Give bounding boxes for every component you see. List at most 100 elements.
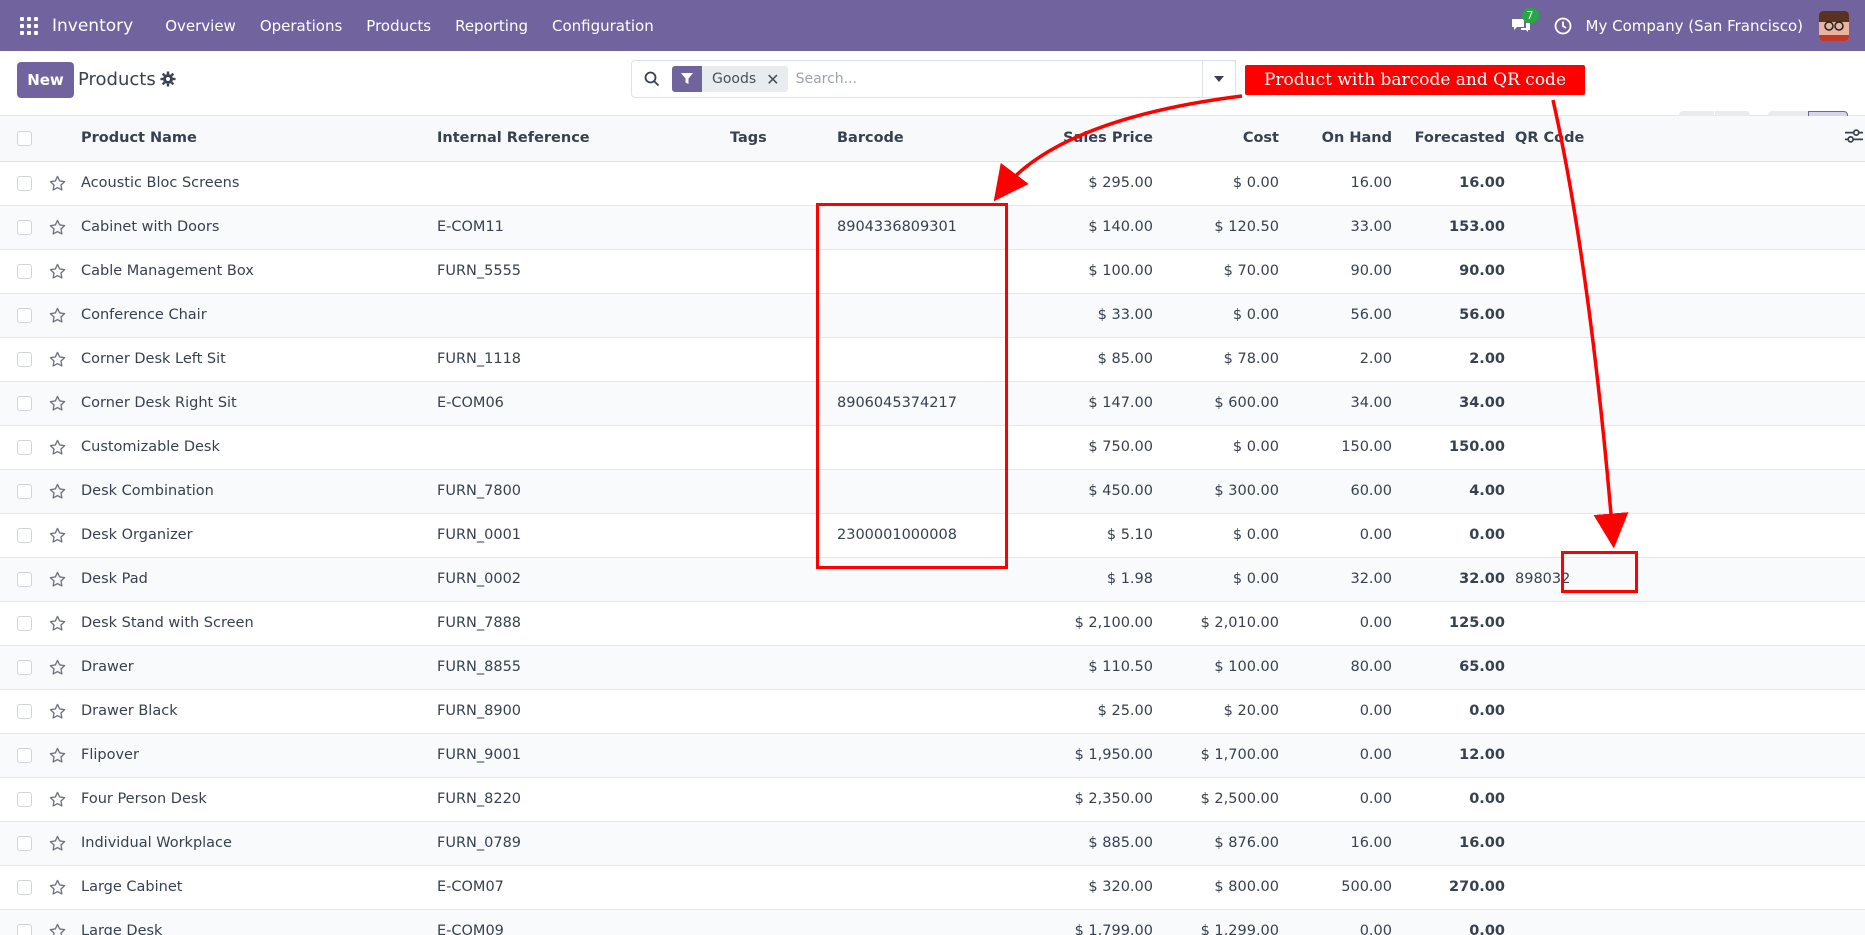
cell-tags[interactable] [730, 249, 837, 293]
table-row[interactable]: Flipover FURN_9001 $ 1,950.00 $ 1,700.00 0.0… [0, 733, 1865, 777]
cell-product-name[interactable]: Four Person Desk [81, 777, 437, 821]
cell-on-hand[interactable]: 500.00 [1279, 865, 1392, 909]
search-options-toggle[interactable] [1202, 60, 1236, 98]
table-row[interactable]: Desk Combination FURN_7800 $ 450.00 $ 300.0… [0, 469, 1865, 513]
cell-cost[interactable]: $ 600.00 [1153, 381, 1279, 425]
cell-product-name[interactable]: Desk Stand with Screen [81, 601, 437, 645]
favorite-star-icon[interactable] [49, 909, 81, 935]
cell-sales-price[interactable]: $ 85.00 [1004, 337, 1153, 381]
cell-barcode[interactable] [837, 161, 1004, 205]
cell-barcode[interactable] [837, 425, 1004, 469]
header-barcode[interactable]: Barcode [837, 116, 1004, 162]
cell-product-name[interactable]: Conference Chair [81, 293, 437, 337]
cell-qr-code[interactable]: 898032 [1505, 557, 1845, 601]
cell-barcode[interactable]: 2300001000008 [837, 513, 1004, 557]
cell-qr-code[interactable] [1505, 601, 1845, 645]
cell-internal-reference[interactable]: FURN_8220 [437, 777, 730, 821]
cell-qr-code[interactable] [1505, 337, 1845, 381]
cell-forecasted[interactable]: 32.00 [1392, 557, 1505, 601]
cell-qr-code[interactable] [1505, 777, 1845, 821]
company-switcher[interactable]: My Company (San Francisco) [1586, 17, 1803, 35]
cell-cost[interactable]: $ 876.00 [1153, 821, 1279, 865]
favorite-star-icon[interactable] [49, 205, 81, 249]
cell-on-hand[interactable]: 56.00 [1279, 293, 1392, 337]
cell-cost[interactable]: $ 1,700.00 [1153, 733, 1279, 777]
column-settings-icon[interactable] [1845, 127, 1863, 145]
cell-internal-reference[interactable] [437, 425, 730, 469]
cell-on-hand[interactable]: 16.00 [1279, 161, 1392, 205]
row-checkbox[interactable] [0, 205, 49, 249]
cell-cost[interactable]: $ 1,299.00 [1153, 909, 1279, 935]
cell-forecasted[interactable]: 16.00 [1392, 161, 1505, 205]
new-button[interactable]: New [17, 62, 74, 98]
cell-internal-reference[interactable]: FURN_8855 [437, 645, 730, 689]
favorite-star-icon[interactable] [49, 469, 81, 513]
row-checkbox[interactable] [0, 557, 49, 601]
clock-icon[interactable] [1554, 17, 1572, 35]
cell-cost[interactable]: $ 0.00 [1153, 425, 1279, 469]
row-checkbox[interactable] [0, 865, 49, 909]
header-qr-code[interactable]: QR Code [1505, 116, 1845, 162]
cell-barcode[interactable] [837, 777, 1004, 821]
header-product-name[interactable]: Product Name [81, 116, 437, 162]
row-checkbox[interactable] [0, 733, 49, 777]
table-row[interactable]: Desk Pad FURN_0002 $ 1.98 $ 0.00 32.00 32.00 8… [0, 557, 1865, 601]
cell-barcode[interactable]: 8906045374217 [837, 381, 1004, 425]
cell-on-hand[interactable]: 150.00 [1279, 425, 1392, 469]
cell-internal-reference[interactable]: FURN_8900 [437, 689, 730, 733]
cell-on-hand[interactable]: 0.00 [1279, 733, 1392, 777]
cell-barcode[interactable] [837, 293, 1004, 337]
row-checkbox[interactable] [0, 381, 49, 425]
row-checkbox[interactable] [0, 513, 49, 557]
header-internal-reference[interactable]: Internal Reference [437, 116, 730, 162]
cell-forecasted[interactable]: 0.00 [1392, 689, 1505, 733]
favorite-star-icon[interactable] [49, 293, 81, 337]
avatar[interactable] [1819, 10, 1849, 41]
row-checkbox[interactable] [0, 689, 49, 733]
cell-internal-reference[interactable]: FURN_0789 [437, 821, 730, 865]
table-row[interactable]: Large Cabinet E-COM07 $ 320.00 $ 800.00 500.… [0, 865, 1865, 909]
gear-icon[interactable] [160, 71, 176, 87]
cell-on-hand[interactable]: 16.00 [1279, 821, 1392, 865]
cell-qr-code[interactable] [1505, 425, 1845, 469]
favorite-star-icon[interactable] [49, 381, 81, 425]
cell-barcode[interactable] [837, 469, 1004, 513]
header-cost[interactable]: Cost [1153, 116, 1279, 162]
cell-product-name[interactable]: Individual Workplace [81, 821, 437, 865]
cell-internal-reference[interactable]: E-COM06 [437, 381, 730, 425]
cell-sales-price[interactable]: $ 1,950.00 [1004, 733, 1153, 777]
header-sales-price[interactable]: Sales Price [1004, 116, 1153, 162]
cell-on-hand[interactable]: 90.00 [1279, 249, 1392, 293]
cell-qr-code[interactable] [1505, 865, 1845, 909]
cell-barcode[interactable] [837, 865, 1004, 909]
cell-tags[interactable] [730, 601, 837, 645]
cell-barcode[interactable] [837, 645, 1004, 689]
cell-barcode[interactable] [837, 689, 1004, 733]
cell-product-name[interactable]: Cabinet with Doors [81, 205, 437, 249]
search-input[interactable] [795, 71, 1176, 87]
cell-cost[interactable]: $ 0.00 [1153, 161, 1279, 205]
cell-internal-reference[interactable]: FURN_5555 [437, 249, 730, 293]
cell-forecasted[interactable]: 0.00 [1392, 513, 1505, 557]
cell-on-hand[interactable]: 0.00 [1279, 601, 1392, 645]
cell-sales-price[interactable]: $ 110.50 [1004, 645, 1153, 689]
cell-internal-reference[interactable] [437, 161, 730, 205]
cell-forecasted[interactable]: 2.00 [1392, 337, 1505, 381]
optional-columns-toggle[interactable] [1845, 116, 1865, 162]
cell-forecasted[interactable]: 12.00 [1392, 733, 1505, 777]
favorite-star-icon[interactable] [49, 821, 81, 865]
header-forecasted[interactable]: Forecasted [1392, 116, 1505, 162]
cell-forecasted[interactable]: 4.00 [1392, 469, 1505, 513]
cell-tags[interactable] [730, 161, 837, 205]
row-checkbox[interactable] [0, 337, 49, 381]
table-row[interactable]: Cable Management Box FURN_5555 $ 100.00 $ 7… [0, 249, 1865, 293]
cell-forecasted[interactable]: 125.00 [1392, 601, 1505, 645]
cell-sales-price[interactable]: $ 140.00 [1004, 205, 1153, 249]
favorite-star-icon[interactable] [49, 733, 81, 777]
menu-reporting[interactable]: Reporting [443, 17, 540, 35]
cell-tags[interactable] [730, 689, 837, 733]
cell-barcode[interactable] [837, 249, 1004, 293]
cell-qr-code[interactable] [1505, 161, 1845, 205]
cell-on-hand[interactable]: 0.00 [1279, 689, 1392, 733]
cell-tags[interactable] [730, 733, 837, 777]
